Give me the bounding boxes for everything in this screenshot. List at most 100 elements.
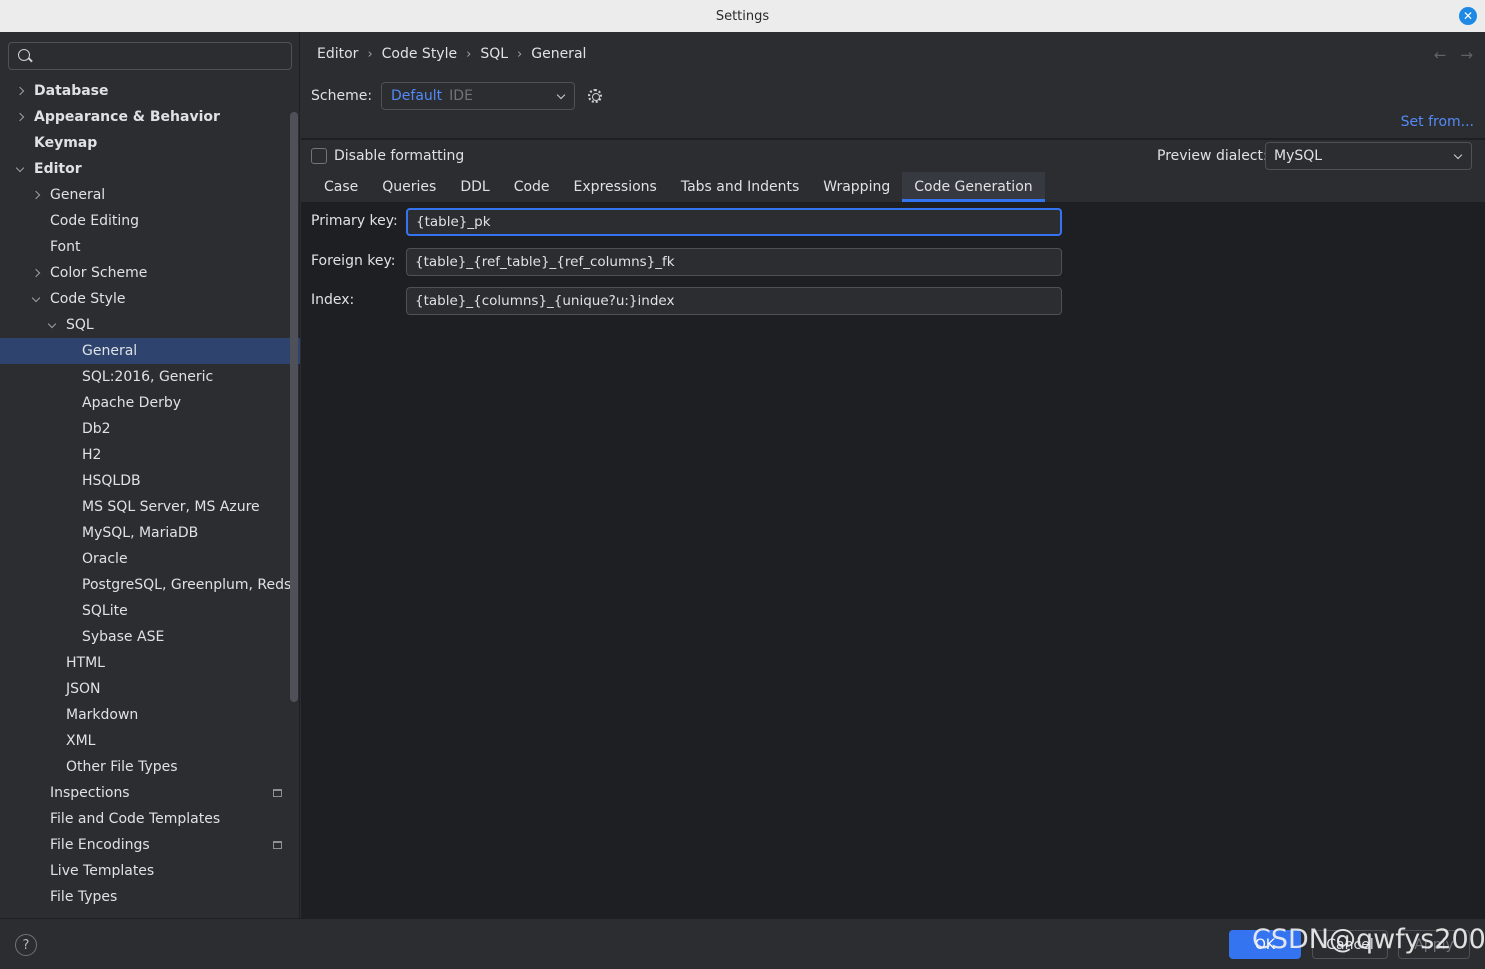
sidebar-item[interactable]: Oracle [0,546,300,572]
sidebar-item[interactable]: Editor [0,156,300,182]
sidebar-item-label: Oracle [82,551,128,567]
breadcrumb-item[interactable]: SQL [480,46,508,62]
sidebar-item-label: SQL [66,317,94,333]
sidebar-item[interactable]: PostgreSQL, Greenplum, Reds [0,572,300,598]
sidebar-item[interactable]: File Encodings [0,832,300,858]
tab[interactable]: Wrapping [811,172,902,202]
foreign-key-input[interactable] [406,248,1062,276]
nav-arrows: ← → [1434,46,1473,64]
preview-dialect-value: MySQL [1274,148,1323,164]
scheme-value: Default [391,88,443,104]
sidebar-item[interactable]: MySQL, MariaDB [0,520,300,546]
preview-dialect-select[interactable]: MySQL [1265,142,1472,170]
index-label: Index: [311,292,355,308]
options-area: Disable formatting Preview dialect: MySQ… [301,140,1485,202]
chevron-right-icon[interactable] [14,85,26,97]
forward-arrow-icon[interactable]: → [1460,46,1473,64]
tab[interactable]: Code [502,172,562,202]
breadcrumb-item[interactable]: Code Style [382,46,457,62]
sidebar-item[interactable]: Color Scheme [0,260,300,286]
primary-key-input[interactable] [406,208,1062,236]
apply-button[interactable]: Apply [1398,930,1470,959]
disable-formatting-label: Disable formatting [334,148,465,164]
sidebar-item-label: Color Scheme [50,265,148,281]
sidebar-item[interactable]: Sybase ASE [0,624,300,650]
tab-bar: Case Queries DDL Code Expressions Tabs and In… [312,172,1046,202]
index-input[interactable] [406,287,1062,315]
sidebar-scrollbar[interactable] [290,112,298,702]
sidebar-item[interactable]: SQLite [0,598,300,624]
chevron-down-icon[interactable] [14,163,26,175]
sidebar-item[interactable]: H2 [0,442,300,468]
breadcrumb-separator-icon: › [466,46,472,62]
sidebar-item[interactable]: Live Templates [0,858,300,884]
scheme-label: Scheme: [311,88,373,104]
sidebar-item[interactable]: Database [0,78,300,104]
tab[interactable]: Tabs and Indents [669,172,811,202]
tab[interactable]: DDL [448,172,501,202]
close-icon[interactable]: ✕ [1459,7,1477,25]
title-bar: Settings ✕ [0,0,1485,32]
tab[interactable]: Queries [370,172,448,202]
search-input[interactable] [8,42,292,70]
sidebar-item-label: General [50,187,106,203]
sidebar-item[interactable]: Apache Derby [0,390,300,416]
sidebar-item-label: SQLite [82,603,128,619]
primary-key-label: Primary key: [311,213,398,229]
scheme-select[interactable]: Default IDE [381,82,575,110]
sidebar-item[interactable]: XML [0,728,300,754]
sidebar-item-label: PostgreSQL, Greenplum, Reds [82,577,292,593]
sidebar-item[interactable]: SQL [0,312,300,338]
tab[interactable]: Code Generation [902,172,1046,202]
gear-icon[interactable] [588,89,602,103]
cancel-button[interactable]: Cancel [1312,930,1388,959]
sidebar-item[interactable]: HSQLDB [0,468,300,494]
sidebar-item[interactable]: Code Editing [0,208,300,234]
chevron-down-icon [1453,150,1463,160]
chevron-right-icon[interactable] [30,189,42,201]
sidebar-item[interactable]: HTML [0,650,300,676]
chevron-down-icon[interactable] [46,319,58,331]
settings-content: Editor › Code Style › SQL › General ← → Scheme… [301,32,1485,918]
primary-key-row: Primary key: [311,208,1071,236]
sidebar-item-label: File Types [50,889,118,905]
sidebar-item[interactable]: General [0,182,300,208]
search-icon [18,49,30,61]
sidebar-item[interactable]: Other File Types [0,754,300,780]
index-row: Index: [311,287,1071,315]
sidebar-item[interactable]: Font [0,234,300,260]
sidebar-item-label: XML [66,733,96,749]
sidebar-item[interactable]: SQL:2016, Generic [0,364,300,390]
sidebar-item-label: Other File Types [66,759,178,775]
sidebar-item[interactable]: MS SQL Server, MS Azure [0,494,300,520]
sidebar-item[interactable]: General [0,338,300,364]
chevron-right-icon[interactable] [14,111,26,123]
sidebar-item-label: Font [50,239,81,255]
sidebar-item[interactable]: Db2 [0,416,300,442]
sidebar-item[interactable]: Markdown [0,702,300,728]
sidebar-item[interactable]: Keymap [0,130,300,156]
sidebar-item[interactable]: File Types [0,884,300,910]
tab[interactable]: Expressions [562,172,669,202]
help-button[interactable]: ? [15,934,37,956]
sidebar-item[interactable]: File and Code Templates [0,806,300,832]
ok-button[interactable]: OK [1229,930,1301,959]
back-arrow-icon[interactable]: ← [1434,46,1447,64]
set-from-link[interactable]: Set from... [1401,114,1474,130]
sidebar-item[interactable]: Appearance & Behavior [0,104,300,130]
preview-dialect-label: Preview dialect: [1157,148,1268,164]
sidebar-item-label: SQL:2016, Generic [82,369,214,385]
breadcrumb-item[interactable]: General [531,46,586,62]
chevron-down-icon[interactable] [30,293,42,305]
tab[interactable]: Case [312,172,370,202]
breadcrumb-separator-icon: › [367,46,373,62]
disable-formatting-checkbox[interactable] [311,148,327,164]
window-title: Settings [715,8,770,24]
sidebar-item[interactable]: Code Style [0,286,300,312]
sidebar-item[interactable]: Inspections [0,780,300,806]
chevron-right-icon[interactable] [30,267,42,279]
sidebar-item-label: Inspections [50,785,130,801]
breadcrumb-item[interactable]: Editor [317,46,358,62]
sidebar-item-label: Database [34,83,109,99]
sidebar-item[interactable]: JSON [0,676,300,702]
